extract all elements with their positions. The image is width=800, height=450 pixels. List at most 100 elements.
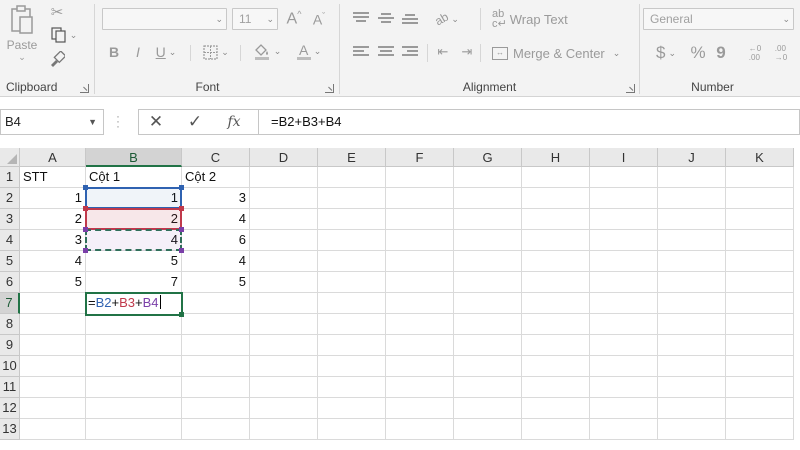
column-header-e[interactable]: E <box>318 148 386 167</box>
cell-a7[interactable] <box>20 293 86 314</box>
cell-f12[interactable] <box>386 398 454 419</box>
decrease-indent-button[interactable]: ⇤ <box>433 42 453 62</box>
row-header-4[interactable]: 4 <box>0 230 20 251</box>
cell-b4[interactable]: 4 <box>86 230 182 251</box>
cell-c2[interactable]: 3 <box>182 188 250 209</box>
cell-b5[interactable]: 5 <box>86 251 182 272</box>
cell-h12[interactable] <box>522 398 590 419</box>
bold-button[interactable]: B <box>105 42 123 62</box>
cell-h11[interactable] <box>522 377 590 398</box>
cell-h9[interactable] <box>522 335 590 356</box>
insert-function-button[interactable]: fx <box>219 110 249 134</box>
row-header-9[interactable]: 9 <box>0 335 20 356</box>
editing-cell-b7[interactable]: =B2+B3+B4 <box>85 292 183 316</box>
reference-handle[interactable] <box>83 227 88 232</box>
formula-input[interactable]: =B2+B3+B4 <box>258 109 800 135</box>
align-right-icon[interactable] <box>402 46 418 58</box>
cell-i9[interactable] <box>590 335 658 356</box>
reference-handle[interactable] <box>83 248 88 253</box>
column-header-b[interactable]: B <box>86 148 182 167</box>
cell-c1[interactable]: Cột 2 <box>182 167 250 188</box>
cell-j3[interactable] <box>658 209 726 230</box>
cell-h3[interactable] <box>522 209 590 230</box>
decrease-decimal-button[interactable]: .00 →0 <box>770 42 792 64</box>
cell-j1[interactable] <box>658 167 726 188</box>
cell-j4[interactable] <box>658 230 726 251</box>
cell-k10[interactable] <box>726 356 794 377</box>
enter-button[interactable]: ✓ <box>180 110 210 134</box>
cell-e13[interactable] <box>318 419 386 440</box>
cell-g10[interactable] <box>454 356 522 377</box>
cell-k2[interactable] <box>726 188 794 209</box>
cell-e5[interactable] <box>318 251 386 272</box>
column-header-j[interactable]: J <box>658 148 726 167</box>
increase-font-size-button[interactable]: A^ <box>283 8 305 30</box>
cell-i12[interactable] <box>590 398 658 419</box>
cell-k7[interactable] <box>726 293 794 314</box>
cell-e2[interactable] <box>318 188 386 209</box>
cell-g5[interactable] <box>454 251 522 272</box>
cell-a9[interactable] <box>20 335 86 356</box>
chevron-down-icon[interactable]: ▼ <box>88 110 97 134</box>
cell-c5[interactable]: 4 <box>182 251 250 272</box>
cell-j13[interactable] <box>658 419 726 440</box>
cell-g2[interactable] <box>454 188 522 209</box>
cell-j2[interactable] <box>658 188 726 209</box>
wrap-text-button[interactable]: ab c↵ Wrap Text <box>492 8 572 30</box>
cell-h2[interactable] <box>522 188 590 209</box>
cell-d5[interactable] <box>250 251 318 272</box>
column-header-a[interactable]: A <box>20 148 86 167</box>
cell-g1[interactable] <box>454 167 522 188</box>
cell-d6[interactable] <box>250 272 318 293</box>
row-header-8[interactable]: 8 <box>0 314 20 335</box>
cell-d7[interactable] <box>250 293 318 314</box>
cell-d13[interactable] <box>250 419 318 440</box>
cell-k6[interactable] <box>726 272 794 293</box>
name-box[interactable]: B4 ▼ <box>0 109 104 135</box>
cell-e4[interactable] <box>318 230 386 251</box>
cell-c13[interactable] <box>182 419 250 440</box>
cell-b3[interactable]: 2 <box>86 209 182 230</box>
row-header-1[interactable]: 1 <box>0 167 20 188</box>
align-center-icon[interactable] <box>378 46 394 58</box>
cell-h13[interactable] <box>522 419 590 440</box>
cell-d10[interactable] <box>250 356 318 377</box>
cell-g3[interactable] <box>454 209 522 230</box>
select-all-button[interactable] <box>0 148 20 167</box>
increase-indent-button[interactable]: ⇥ <box>457 42 477 62</box>
cell-f13[interactable] <box>386 419 454 440</box>
cell-j11[interactable] <box>658 377 726 398</box>
align-left-icon[interactable] <box>353 46 369 58</box>
cell-a4[interactable]: 3 <box>20 230 86 251</box>
cell-c3[interactable]: 4 <box>182 209 250 230</box>
cell-i7[interactable] <box>590 293 658 314</box>
italic-button[interactable]: I <box>129 42 147 62</box>
percent-style-button[interactable]: % <box>688 42 708 64</box>
cell-a3[interactable]: 2 <box>20 209 86 230</box>
cell-k13[interactable] <box>726 419 794 440</box>
cell-f2[interactable] <box>386 188 454 209</box>
cell-b8[interactable] <box>86 314 182 335</box>
cell-j10[interactable] <box>658 356 726 377</box>
cell-e9[interactable] <box>318 335 386 356</box>
cell-d3[interactable] <box>250 209 318 230</box>
reference-handle[interactable] <box>179 248 184 253</box>
cell-e6[interactable] <box>318 272 386 293</box>
cell-k3[interactable] <box>726 209 794 230</box>
cell-c9[interactable] <box>182 335 250 356</box>
cell-f9[interactable] <box>386 335 454 356</box>
cell-i3[interactable] <box>590 209 658 230</box>
cell-c8[interactable] <box>182 314 250 335</box>
cell-d8[interactable] <box>250 314 318 335</box>
cell-d1[interactable] <box>250 167 318 188</box>
font-launcher-icon[interactable] <box>325 84 334 93</box>
row-header-2[interactable]: 2 <box>0 188 20 209</box>
number-format-combo[interactable]: General ⌄ <box>643 8 794 30</box>
reference-handle[interactable] <box>83 185 88 190</box>
cell-e12[interactable] <box>318 398 386 419</box>
cell-b10[interactable] <box>86 356 182 377</box>
format-painter-button[interactable] <box>46 49 68 69</box>
comma-style-button[interactable]: 9 <box>712 42 730 64</box>
cell-f5[interactable] <box>386 251 454 272</box>
cell-f10[interactable] <box>386 356 454 377</box>
